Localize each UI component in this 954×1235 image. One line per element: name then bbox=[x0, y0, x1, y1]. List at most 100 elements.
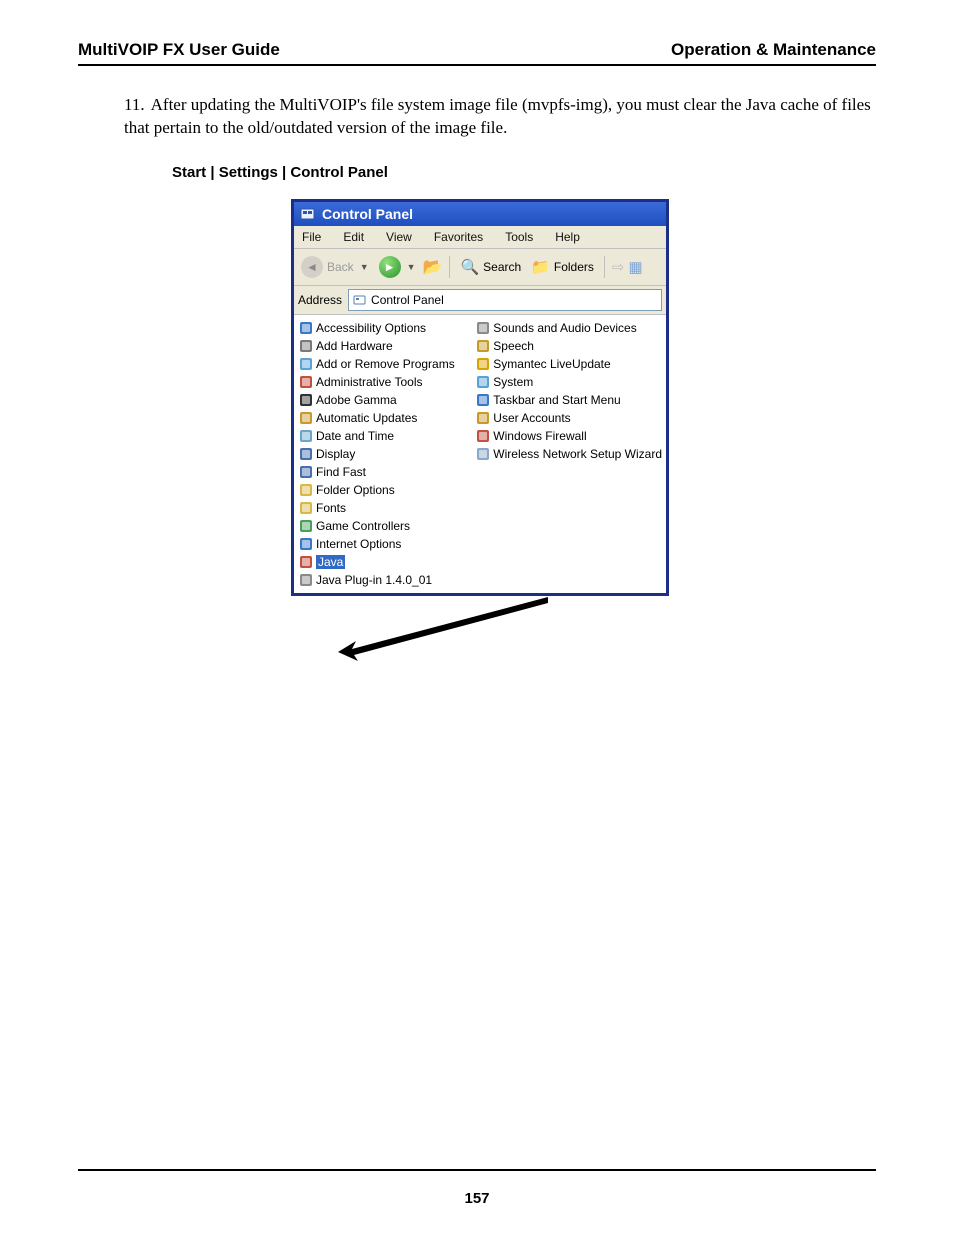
header-right: Operation & Maintenance bbox=[671, 40, 876, 60]
menu-edit[interactable]: Edit bbox=[339, 229, 368, 245]
step-paragraph: 11.After updating the MultiVOIP's file s… bbox=[124, 94, 876, 140]
cp-item-folder-options[interactable]: Folder Options bbox=[294, 481, 471, 499]
menu-favorites[interactable]: Favorites bbox=[430, 229, 487, 245]
cp-item-adobe-gamma[interactable]: Adobe Gamma bbox=[294, 391, 471, 409]
cp-item-taskbar-and-start-menu[interactable]: Taskbar and Start Menu bbox=[471, 391, 666, 409]
item-icon bbox=[475, 374, 490, 389]
cp-item-administrative-tools[interactable]: Administrative Tools bbox=[294, 373, 471, 391]
cp-item-speech[interactable]: Speech bbox=[471, 337, 666, 355]
cp-item-find-fast[interactable]: Find Fast bbox=[294, 463, 471, 481]
cp-item-game-controllers[interactable]: Game Controllers bbox=[294, 517, 471, 535]
item-icon bbox=[298, 536, 313, 551]
item-icon bbox=[298, 428, 313, 443]
forward-dropdown-icon: ▼ bbox=[407, 262, 416, 272]
item-label: System bbox=[493, 375, 533, 389]
menubar: File Edit View Favorites Tools Help bbox=[294, 226, 666, 249]
items-col-left: Accessibility Options Add Hardware Add or … bbox=[294, 319, 471, 589]
control-panel-window: Control Panel File Edit View Favorites T… bbox=[291, 199, 669, 596]
toolbar-separator-2 bbox=[604, 256, 605, 278]
item-label: Sounds and Audio Devices bbox=[493, 321, 636, 335]
item-icon bbox=[298, 482, 313, 497]
item-label: Symantec LiveUpdate bbox=[493, 357, 610, 371]
item-label: Game Controllers bbox=[316, 519, 410, 533]
page-number: 157 bbox=[0, 1190, 954, 1207]
item-icon bbox=[298, 572, 313, 587]
address-label: Address bbox=[298, 293, 342, 307]
menu-tools[interactable]: Tools bbox=[501, 229, 537, 245]
item-icon bbox=[298, 374, 313, 389]
footer-rule bbox=[78, 1169, 876, 1171]
cp-item-add-hardware[interactable]: Add Hardware bbox=[294, 337, 471, 355]
item-icon bbox=[298, 410, 313, 425]
figure-caption: Start | Settings | Control Panel bbox=[172, 164, 876, 181]
item-label: Date and Time bbox=[316, 429, 394, 443]
header-rule bbox=[78, 64, 876, 66]
titlebar: Control Panel bbox=[294, 202, 666, 226]
address-bar: Address Control Panel bbox=[294, 286, 666, 315]
folders-label: Folders bbox=[554, 260, 594, 274]
item-label: Add Hardware bbox=[316, 339, 393, 353]
search-button[interactable]: 🔍 Search bbox=[457, 258, 524, 276]
menu-help[interactable]: Help bbox=[551, 229, 584, 245]
item-icon bbox=[298, 554, 313, 569]
item-label: Wireless Network Setup Wizard bbox=[493, 447, 662, 461]
item-label: Adobe Gamma bbox=[316, 393, 397, 407]
address-value: Control Panel bbox=[371, 293, 444, 307]
cp-item-user-accounts[interactable]: User Accounts bbox=[471, 409, 666, 427]
item-icon bbox=[298, 518, 313, 533]
cp-item-add-or-remove-programs[interactable]: Add or Remove Programs bbox=[294, 355, 471, 373]
cp-item-automatic-updates[interactable]: Automatic Updates bbox=[294, 409, 471, 427]
folders-button[interactable]: 📁 Folders bbox=[528, 258, 597, 276]
cp-item-wireless-network-setup-wizard[interactable]: Wireless Network Setup Wizard bbox=[471, 445, 666, 463]
search-label: Search bbox=[483, 260, 521, 274]
forward-button[interactable]: ► ▼ bbox=[376, 256, 419, 278]
toolbar-separator bbox=[449, 256, 450, 278]
cp-item-date-and-time[interactable]: Date and Time bbox=[294, 427, 471, 445]
item-label: Java Plug-in 1.4.0_01 bbox=[316, 573, 432, 587]
item-label: Add or Remove Programs bbox=[316, 357, 455, 371]
back-button: ◄ Back ▼ bbox=[298, 256, 372, 278]
panel-body: Accessibility Options Add Hardware Add or … bbox=[294, 315, 666, 593]
item-label: Internet Options bbox=[316, 537, 401, 551]
cp-item-java-plug-in-1-4-0-01[interactable]: Java Plug-in 1.4.0_01 bbox=[294, 571, 471, 589]
item-icon bbox=[475, 446, 490, 461]
address-icon bbox=[353, 293, 367, 307]
cp-item-windows-firewall[interactable]: Windows Firewall bbox=[471, 427, 666, 445]
item-label: User Accounts bbox=[493, 411, 570, 425]
item-icon bbox=[475, 428, 490, 443]
item-label: Folder Options bbox=[316, 483, 395, 497]
cp-item-symantec-liveupdate[interactable]: Symantec LiveUpdate bbox=[471, 355, 666, 373]
cp-item-sounds-and-audio-devices[interactable]: Sounds and Audio Devices bbox=[471, 319, 666, 337]
item-label: Fonts bbox=[316, 501, 346, 515]
item-label: Automatic Updates bbox=[316, 411, 417, 425]
address-field[interactable]: Control Panel bbox=[348, 289, 662, 311]
cp-item-internet-options[interactable]: Internet Options bbox=[294, 535, 471, 553]
back-arrow-icon: ◄ bbox=[301, 256, 323, 278]
cp-item-java[interactable]: Java bbox=[294, 553, 471, 571]
menu-view[interactable]: View bbox=[382, 229, 416, 245]
item-icon bbox=[298, 446, 313, 461]
cp-item-fonts[interactable]: Fonts bbox=[294, 499, 471, 517]
views-icon[interactable]: ▦ bbox=[628, 258, 642, 276]
cp-item-system[interactable]: System bbox=[471, 373, 666, 391]
item-icon bbox=[475, 392, 490, 407]
cp-item-display[interactable]: Display bbox=[294, 445, 471, 463]
item-icon bbox=[298, 356, 313, 371]
folder-up-icon[interactable]: 📂 bbox=[423, 257, 443, 277]
item-icon bbox=[298, 320, 313, 335]
step-text: After updating the MultiVOIP's file syst… bbox=[124, 95, 871, 137]
item-icon bbox=[475, 410, 490, 425]
items-col-right: Sounds and Audio Devices Speech Symantec L… bbox=[471, 319, 666, 589]
toolbar: ◄ Back ▼ ► ▼ 📂 🔍 Search 📁 Folders ⇨ ▦ bbox=[294, 249, 666, 286]
menu-file[interactable]: File bbox=[298, 229, 325, 245]
back-dropdown-icon: ▼ bbox=[360, 262, 369, 272]
item-label: Speech bbox=[493, 339, 534, 353]
go-icon[interactable]: ⇨ bbox=[612, 258, 625, 276]
item-label: Accessibility Options bbox=[316, 321, 426, 335]
step-number: 11. bbox=[124, 95, 145, 114]
item-icon bbox=[298, 392, 313, 407]
cp-item-accessibility-options[interactable]: Accessibility Options bbox=[294, 319, 471, 337]
annotation-arrow bbox=[338, 597, 558, 667]
item-label: Administrative Tools bbox=[316, 375, 423, 389]
back-label: Back bbox=[327, 260, 354, 274]
